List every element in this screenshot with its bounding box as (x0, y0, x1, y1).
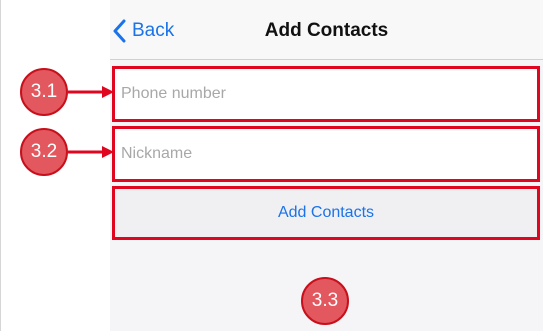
add-contacts-button[interactable]: Add Contacts (112, 186, 540, 240)
page-title: Add Contacts (264, 20, 389, 41)
phone-number-input[interactable] (121, 69, 531, 119)
back-label: Back (132, 20, 175, 41)
callout-badge-3-1: 3.1 (20, 68, 68, 116)
callout-badge-3-2: 3.2 (20, 128, 68, 176)
arrow-right-icon (68, 146, 114, 158)
back-button[interactable]: Back (112, 18, 174, 44)
nickname-field[interactable] (112, 126, 540, 182)
phone-number-field[interactable] (112, 66, 540, 122)
add-contacts-button-label: Add Contacts (277, 204, 375, 221)
navigation-bar: Back Add Contacts (110, 0, 543, 60)
left-divider (0, 0, 1, 331)
chevron-left-icon (112, 19, 126, 43)
callout-badge-3-3: 3.3 (301, 277, 349, 325)
arrow-right-icon (68, 86, 114, 98)
nickname-input[interactable] (121, 129, 531, 179)
